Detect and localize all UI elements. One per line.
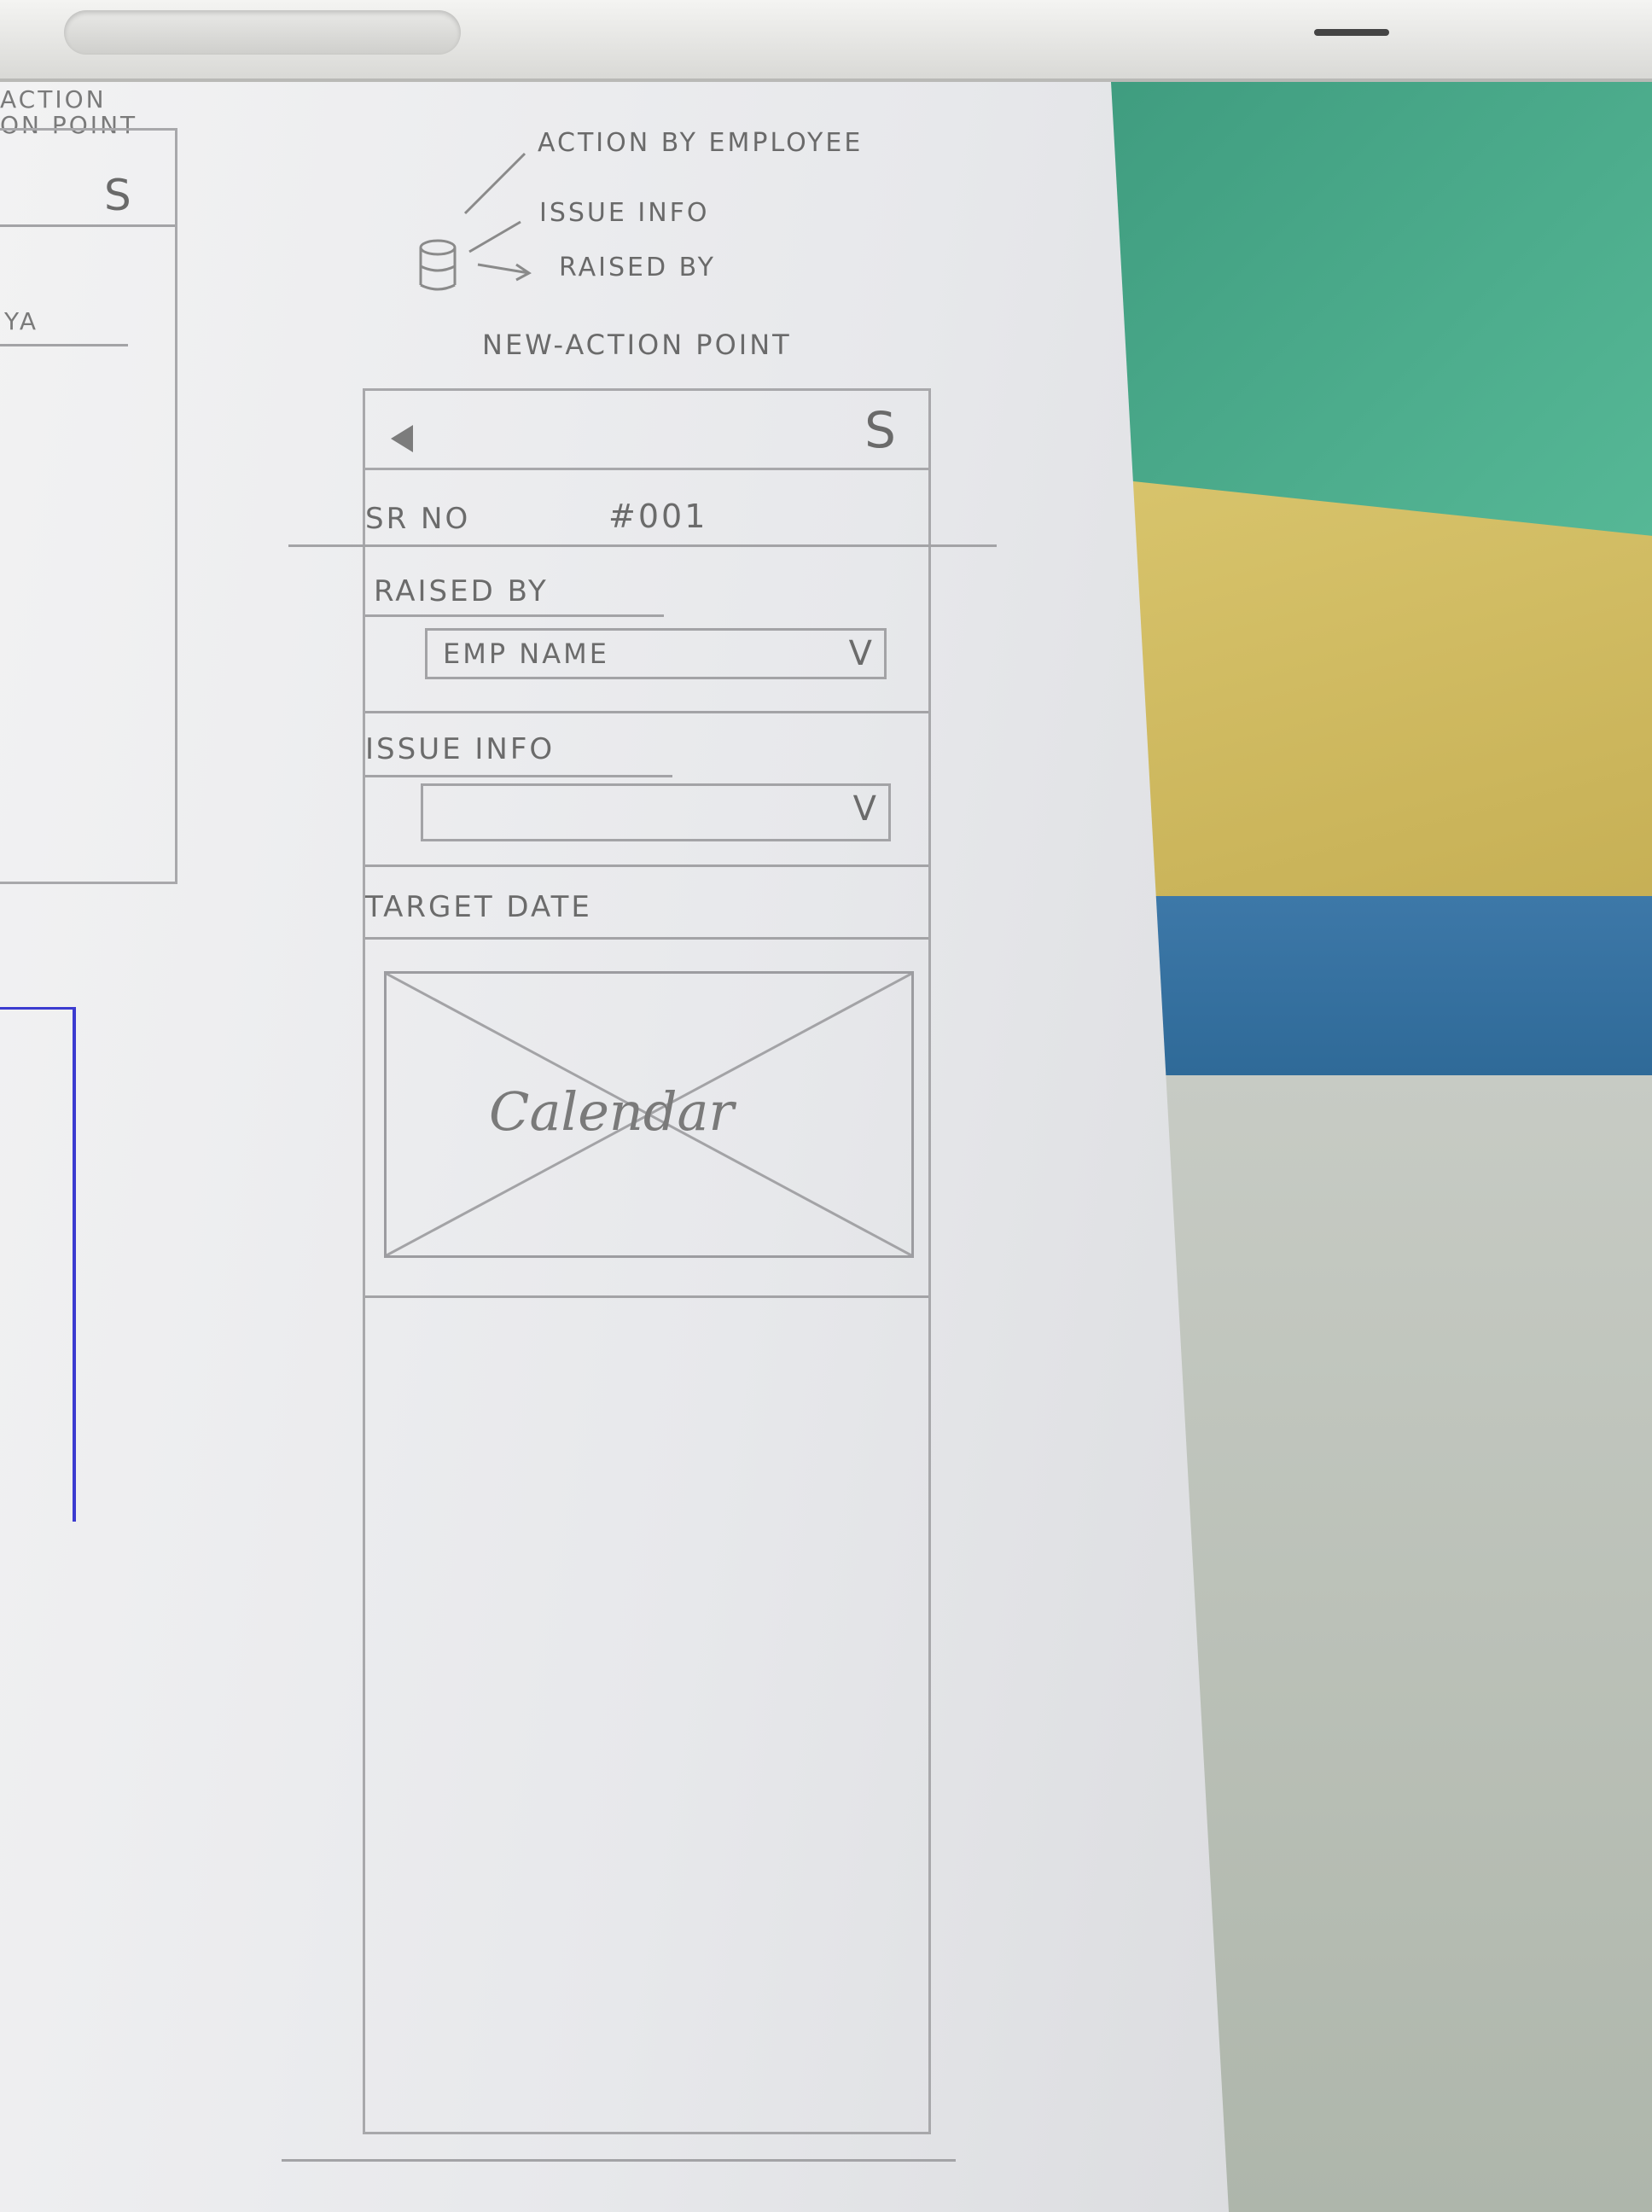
raised-by-divider: [365, 711, 928, 713]
prev-screen-fragment: YA: [4, 307, 39, 335]
serial-number-value: #001: [608, 498, 708, 535]
note-action-by-employee: ACTION BY EMPLOYEE: [538, 128, 864, 158]
serial-number-label: SR NO: [365, 502, 471, 536]
app-header: S: [365, 391, 928, 470]
back-arrow-icon[interactable]: [391, 425, 413, 452]
prev-screen-row-divider: [0, 344, 128, 346]
prev-screen-title-line1: ACTION: [0, 85, 107, 114]
laptop-edge: [0, 0, 1652, 82]
raised-by-label: RAISED BY: [374, 574, 549, 608]
menu-s-icon[interactable]: S: [864, 401, 896, 459]
chevron-down-icon: V: [852, 789, 876, 829]
calendar-label: Calendar: [489, 1080, 735, 1143]
screen-title: NEW-ACTION POINT: [482, 329, 792, 361]
phone-frame: S SR NO #001 RAISED BY EMP NAME V ISSUE …: [288, 388, 997, 2134]
target-date-divider: [365, 937, 928, 940]
database-icon: [419, 239, 457, 291]
annotation-arrows: [463, 152, 532, 282]
background-blue-binder: [1101, 896, 1652, 1075]
raised-by-value: EMP NAME: [443, 637, 609, 670]
target-date-label: TARGET DATE: [365, 890, 592, 924]
issue-info-divider: [365, 864, 928, 867]
content-divider: [365, 1295, 928, 1298]
note-issue-info: ISSUE INFO: [539, 198, 710, 228]
issue-info-underline: [365, 775, 672, 777]
background-green-binder: [1101, 68, 1652, 546]
raised-by-dropdown[interactable]: EMP NAME V: [425, 628, 887, 679]
issue-info-dropdown[interactable]: V: [421, 783, 891, 841]
note-raised-by: RAISED BY: [559, 253, 716, 282]
laptop-slot: [64, 10, 461, 55]
phone-base-line: [282, 2159, 956, 2162]
chevron-down-icon: V: [848, 634, 872, 673]
serial-row-divider: [288, 544, 997, 547]
issue-info-label: ISSUE INFO: [365, 732, 556, 766]
laptop-indicator: [1314, 29, 1389, 36]
prev-screen-s-icon: S: [104, 171, 131, 220]
raised-by-underline: [365, 614, 664, 617]
prev-screen-header-divider: [0, 224, 175, 227]
prev-screen-frame: [0, 128, 177, 884]
blue-pen-sketch: [0, 1007, 76, 1522]
calendar-placeholder[interactable]: Calendar: [384, 971, 914, 1258]
